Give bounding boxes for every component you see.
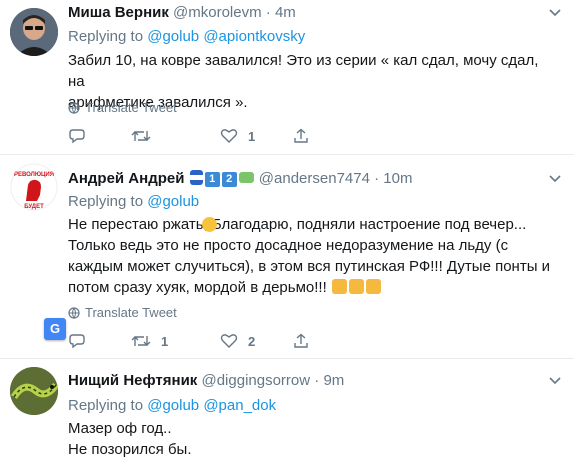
like-button[interactable]: 1 [220,128,283,144]
like-count: 2 [248,333,256,349]
share-button[interactable] [293,333,356,349]
translate-label: Translate Tweet [85,100,177,115]
user-handle[interactable]: @diggingsorrow [201,372,310,389]
text-line-content: потом сразу хуяк, мордой в дерьмо!!! [68,279,327,296]
heart-icon [220,334,238,348]
mention-link[interactable]: @pan_dok [203,397,276,414]
tweet-text: Не перестаю ржать, Благодарю, подняли на… [68,214,558,298]
share-icon [294,128,308,143]
retweet-icon [131,131,151,141]
display-name[interactable]: Андрей Андрей [68,170,184,187]
mention-link[interactable]: @golub [147,397,199,414]
laughing-emoji-icon [202,217,217,232]
replying-prefix: Replying to [68,193,144,210]
tweet-text: Мазер оф год.. Не позорился бы. [68,418,548,460]
mention-link[interactable]: @golub [147,193,199,210]
user-handle[interactable]: @mkorolevm [173,4,262,21]
text-line: Только ведь это не просто досадное недор… [68,235,558,256]
text-line: Забил 10, на ковре завалился! Это из сер… [68,52,539,90]
like-count: 1 [248,128,256,144]
chevron-down-icon[interactable] [548,172,562,186]
reply-icon [69,334,85,349]
retweet-count: 1 [161,333,169,349]
share-icon [294,333,308,348]
timestamp[interactable]: 10m [383,170,412,187]
timestamp[interactable]: 4m [275,4,296,21]
text-line: Мазер оф год.. [68,420,172,437]
separator-dot: · [265,4,271,21]
tweet-header: Миша Верник @mkorolevm · 4m [68,4,296,21]
text-line: Не позорился бы. [68,441,192,458]
display-name[interactable]: Миша Верник [68,4,169,21]
translate-label: Translate Tweet [85,305,177,320]
avatar-text-top: РЕВОЛЮЦИЯ [14,172,54,178]
avatar[interactable]: РЕВОЛЮЦИЯ БУДЕТ [10,163,58,211]
share-button[interactable] [293,128,356,144]
display-name[interactable]: Нищий Нефтяник [68,372,197,389]
timestamp[interactable]: 9m [323,372,344,389]
replying-to: Replying to @golub @pan_dok [68,397,276,414]
money-emoji-icon [238,172,254,183]
globe-icon [68,101,80,114]
text-line: каждым может случиться), в этом вся пути… [68,256,558,277]
user-handle[interactable]: @andersen7474 [259,170,370,187]
mention-link[interactable]: @golub [147,28,199,45]
tweet-header: Нищий Нефтяник @diggingsorrow · 9m [68,372,344,389]
text-line: Не перестаю ржать, Благодарю, подняли на… [68,214,558,235]
tweet-actions: 1 2 [68,333,356,349]
avatar[interactable] [10,367,58,415]
avatar[interactable] [10,8,58,56]
translate-tweet-link[interactable]: Translate Tweet [68,305,177,320]
chevron-down-icon[interactable] [548,6,562,20]
reply-button[interactable] [68,128,131,144]
google-translate-icon[interactable]: G [44,318,66,340]
separator-dot: · [314,372,320,389]
like-button[interactable]: 2 [220,333,283,349]
heart-icon [220,129,238,143]
text-line-content: каждым может случиться), в этом вся пути… [68,258,551,275]
text-line: потом сразу хуяк, мордой в дерьмо!!! [68,277,558,298]
globe-icon [68,306,80,319]
emoji-icon [348,279,364,294]
tweet-1[interactable]: Миша Верник @mkorolevm · 4m Replying to … [0,0,574,154]
tweet-header: Андрей Андрей 12 @andersen7474 · 10m [68,170,412,187]
replying-prefix: Replying to [68,28,144,45]
separator-dot: · [374,170,380,187]
mention-link[interactable]: @apiontkovsky [203,28,305,45]
reply-icon [69,129,85,144]
retweet-button[interactable] [131,128,193,144]
retweet-button[interactable]: 1 [131,333,193,349]
translate-tweet-link[interactable]: Translate Tweet [68,100,177,115]
reply-button[interactable] [68,333,131,349]
replying-to: Replying to @golub [68,193,199,210]
replying-to: Replying to @golub @apiontkovsky [68,28,305,45]
flag-emoji-icon [189,170,203,185]
text-line-content: Не перестаю ржать, Благодарю, подняли на… [68,216,527,233]
text-line-content: Только ведь это не просто досадное недор… [68,237,509,254]
tweet-actions: 1 [68,128,356,144]
chevron-down-icon[interactable] [548,374,562,388]
keycap-badge: 1 [204,172,220,187]
retweet-icon [131,336,151,346]
emoji-icon [365,279,381,294]
avatar-text-bottom: БУДЕТ [24,204,44,210]
keycap-badge: 2 [221,172,237,187]
tweet-3[interactable]: Нищий Нефтяник @diggingsorrow · 9m Reply… [0,359,574,465]
emoji-icon [331,279,347,294]
replying-prefix: Replying to [68,397,144,414]
tweet-2[interactable]: РЕВОЛЮЦИЯ БУДЕТ Андрей Андрей 12 @anders… [0,155,574,358]
